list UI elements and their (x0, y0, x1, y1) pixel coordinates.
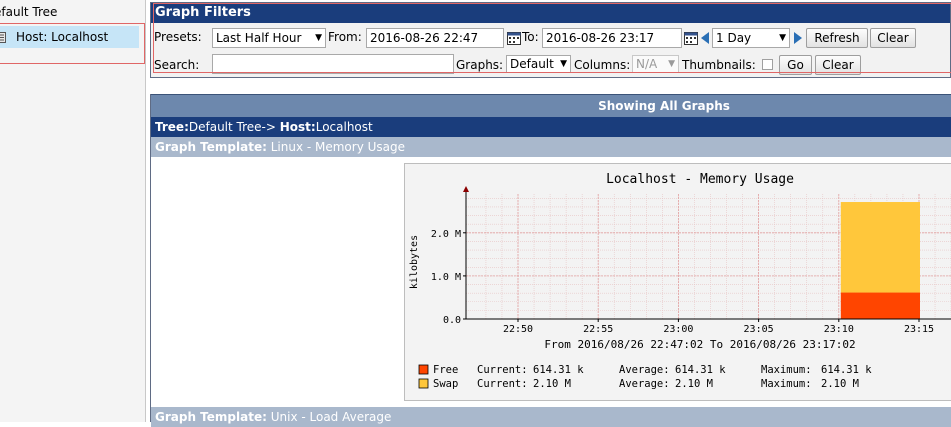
legend-average-label: Average: (619, 364, 670, 376)
graph-template-header: Graph Template: Linux - Memory Usage (151, 137, 951, 157)
chevron-down-icon: ▼ (779, 33, 786, 43)
legend-maximum-label: Maximum: (761, 378, 812, 390)
legend-average-value: 2.10 M (675, 378, 713, 390)
x-tick-label: 23:15 (904, 324, 934, 335)
area-swap (840, 202, 920, 293)
tree-root-label[interactable]: efault Tree (0, 5, 57, 19)
graphs-label: Graphs: (456, 58, 504, 72)
graphs-panel: Showing All Graphs Tree:Default Tree-> H… (150, 94, 951, 427)
tree-path-header: Tree:Default Tree-> Host:Localhost (151, 117, 951, 137)
graph-template-header: Graph Template: Unix - Load Average (151, 407, 951, 427)
to-date-input[interactable]: 2016-08-26 23:17 (542, 28, 682, 48)
graphs-select[interactable]: Default ▼ (506, 55, 571, 73)
legend-series-name: Free (433, 364, 458, 376)
from-calendar-icon[interactable] (507, 32, 521, 45)
memory-usage-chart: Localhost - Memory Usage 22:50 22:55 23:00… (409, 172, 951, 390)
chevron-down-icon: ▼ (560, 59, 567, 69)
legend-average-label: Average: (619, 378, 670, 390)
to-calendar-icon[interactable] (684, 32, 698, 45)
to-label: To: (522, 30, 539, 44)
x-tick-label: 23:05 (744, 324, 774, 335)
legend-maximum-label: Maximum: (761, 364, 812, 376)
graph-template-prefix: Graph Template: (155, 140, 267, 154)
legend-current-label: Current: (477, 378, 528, 390)
presets-select-value: Last Half Hour (216, 31, 302, 45)
tree-selection-outline (0, 23, 145, 64)
tree-path-tree-value: Default Tree-> (188, 120, 276, 134)
x-tick-label: 22:55 (583, 324, 613, 335)
columns-label: Columns: (574, 58, 631, 72)
search-label: Search: (154, 58, 200, 72)
columns-select-value: N/A (636, 57, 658, 71)
clear-search-button[interactable]: Clear (815, 55, 861, 75)
presets-select[interactable]: Last Half Hour ▼ (212, 28, 326, 48)
x-tick-label: 23:00 (663, 324, 693, 335)
area-free (840, 292, 920, 319)
y-axis-arrow (463, 186, 469, 192)
y-tick-label: 1.0 M (431, 272, 461, 283)
timespan-select-value: 1 Day (716, 31, 752, 45)
legend-swatch-free (418, 364, 429, 375)
tree-panel: efault Tree Host: Localhost (0, 0, 146, 422)
chart-title: Localhost - Memory Usage (606, 172, 794, 187)
tree-path-host-prefix: Host: (279, 120, 316, 134)
chart-legend: Free Current: 614.31 k Average: 614.31 k Ma… (418, 364, 872, 390)
chevron-down-icon: ▼ (315, 33, 322, 43)
from-label: From: (328, 30, 362, 44)
y-axis-label: kilobytes (409, 235, 420, 289)
shift-left-arrow-icon[interactable] (700, 31, 710, 45)
memory-usage-graph[interactable]: Localhost - Memory Usage 22:50 22:55 23:00… (404, 163, 951, 401)
thumbnails-checkbox[interactable] (762, 59, 773, 70)
graph-filters-title: Graph Filters (151, 3, 950, 23)
x-axis-caption: From 2016/08/26 22:47:02 To 2016/08/26 2… (544, 338, 855, 351)
legend-maximum-value: 614.31 k (821, 364, 872, 376)
x-tick-label: 22:50 (503, 324, 533, 335)
chevron-down-icon: ▼ (668, 59, 675, 69)
chart-data-layer (840, 202, 920, 319)
timespan-select[interactable]: 1 Day ▼ (712, 28, 790, 48)
thumbnails-label: Thumbnails: (682, 58, 756, 72)
legend-swatch-swap (418, 378, 429, 389)
showing-all-graphs-bar: Showing All Graphs (151, 94, 951, 117)
legend-current-value: 2.10 M (533, 378, 571, 390)
columns-select: N/A ▼ (632, 55, 679, 73)
from-date-input[interactable]: 2016-08-26 22:47 (366, 28, 504, 48)
search-input[interactable] (212, 54, 454, 74)
legend-average-value: 614.31 k (675, 364, 726, 376)
presets-label: Presets: (154, 30, 202, 44)
go-button[interactable]: Go (779, 55, 812, 75)
refresh-button[interactable]: Refresh (806, 28, 868, 48)
clear-button[interactable]: Clear (870, 28, 916, 48)
graph-template-name: Linux - Memory Usage (270, 140, 406, 154)
legend-series-name: Swap (433, 378, 458, 390)
x-tick-label: 23:10 (824, 324, 854, 335)
graphs-select-value: Default (510, 57, 554, 71)
y-tick-label: 2.0 M (431, 229, 461, 240)
graph-filters-panel: Graph Filters Presets: Last Half Hour ▼ … (150, 2, 951, 78)
tree-path-host-value: Localhost (315, 120, 373, 134)
legend-current-label: Current: (477, 364, 528, 376)
legend-current-value: 614.31 k (533, 364, 584, 376)
legend-maximum-value: 2.10 M (821, 378, 859, 390)
shift-right-arrow-icon[interactable] (793, 31, 803, 45)
y-tick-label: 0.0 (443, 315, 461, 326)
tree-path-tree-prefix: Tree: (155, 120, 189, 134)
